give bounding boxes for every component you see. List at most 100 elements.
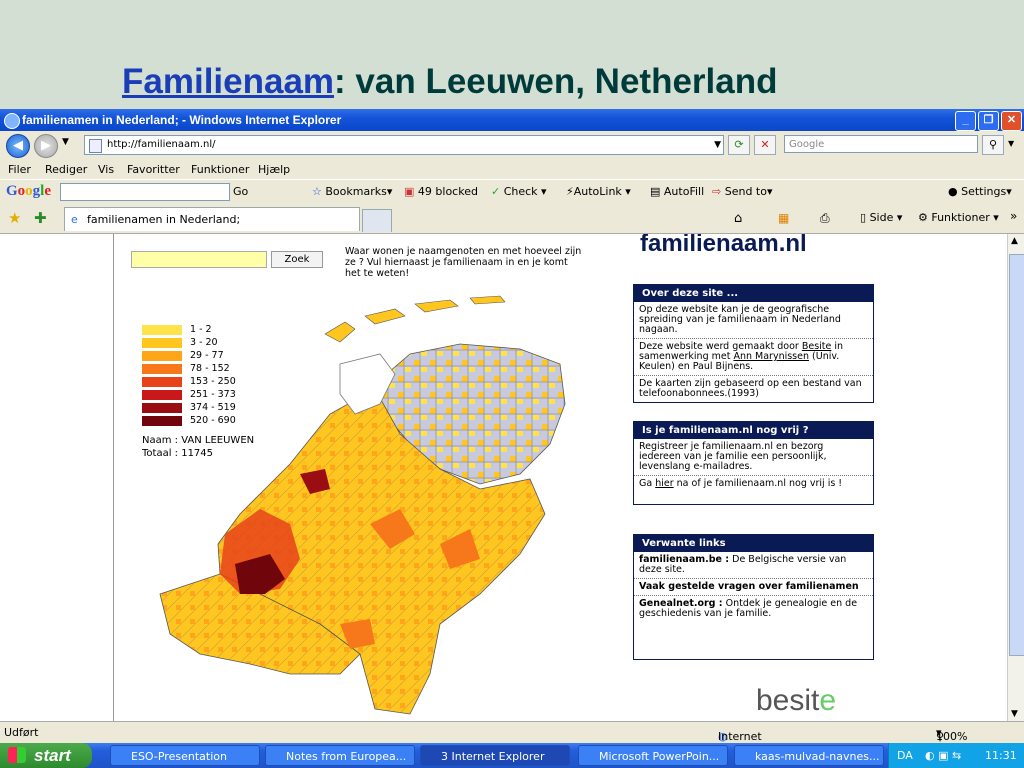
legend-label: 153 - 250 — [190, 376, 236, 387]
star-icon: ☆ — [312, 185, 322, 198]
window-title: familienamen in Nederland; - Windows Int… — [22, 113, 342, 127]
name-search-input[interactable] — [131, 251, 267, 268]
search-options-icon[interactable]: ▼ — [1008, 139, 1014, 148]
favorites-star-icon[interactable]: ★ — [8, 209, 21, 227]
zoek-button[interactable]: Zoek — [271, 251, 323, 268]
ie-logo-icon — [4, 113, 20, 129]
address-field[interactable]: http://familienaam.nl/ ▼ — [84, 135, 724, 155]
hier-link[interactable]: hier — [655, 478, 673, 489]
check-label: Check — [503, 185, 538, 198]
besite-logo[interactable]: besite — [756, 684, 836, 718]
autofill-icon: ▤ — [650, 185, 661, 198]
autofill-button[interactable]: ▤ AutoFill — [650, 185, 704, 198]
taskbar-label: Notes from Europea... — [286, 750, 407, 763]
slide-title: Familienaam: van Leeuwen, Netherland — [122, 62, 777, 102]
print-icon[interactable]: ⎙ — [820, 211, 830, 226]
autofill-label: AutoFill — [663, 185, 705, 198]
refresh-icon[interactable]: ⟳ — [728, 135, 750, 155]
restore-button[interactable]: ❐ — [978, 111, 999, 131]
faq-link[interactable]: Vaak gestelde vragen over familienamen — [639, 581, 859, 592]
menu-hjaelp[interactable]: Hjælp — [258, 163, 290, 176]
legend-swatch — [142, 364, 182, 374]
search-input[interactable]: Google — [784, 135, 978, 153]
page-menu-button[interactable]: ▯ Side ▾ — [860, 211, 902, 224]
menu-funktioner[interactable]: Funktioner — [191, 163, 249, 176]
menu-rediger[interactable]: Rediger — [45, 163, 87, 176]
add-favorite-icon[interactable]: ✚ — [34, 209, 47, 227]
google-go-button[interactable]: Go — [233, 185, 248, 198]
google-search-field[interactable] — [60, 183, 230, 201]
settings-button[interactable]: ● Settings▾ — [948, 185, 1012, 198]
vertical-scrollbar[interactable]: ▲ ▼ — [1007, 234, 1024, 721]
home-icon[interactable]: ⌂ — [734, 211, 742, 226]
register-header: Is je familienaam.nl nog vrij ? — [634, 422, 873, 439]
tools-menu-button[interactable]: ⚙ Funktioner ▾ — [918, 211, 999, 224]
taskbar-item-eso[interactable]: ESO-Presentation — [110, 745, 260, 766]
taskbar-item-kaas[interactable]: kaas-mulvad-navnes... — [734, 745, 884, 766]
totaal-line: Totaal : 11745 — [142, 448, 214, 459]
taskbar-item-powerpoint[interactable]: Microsoft PowerPoin... — [578, 745, 728, 766]
popup-blocked-button[interactable]: ▣ 49 blocked — [404, 185, 478, 198]
autolink-icon: ⚡ — [566, 185, 574, 198]
legend-label: 520 - 690 — [190, 415, 236, 426]
zoom-control[interactable]: ⚲ 100% ▾ — [936, 726, 967, 743]
search-icon[interactable]: ⚲ — [982, 135, 1004, 155]
register-p1: Registreer je familienaam.nl en bezorg i… — [634, 439, 873, 476]
menu-filer[interactable]: Filer — [8, 163, 31, 176]
clock[interactable]: 11:31 — [985, 749, 1017, 762]
funktioner-label: Funktioner — [931, 211, 990, 224]
settings-label: Settings — [961, 185, 1007, 198]
tab-active[interactable]: e familienamen in Nederland; — [64, 207, 360, 231]
start-button[interactable]: start — [0, 743, 92, 768]
legend-swatch — [142, 325, 182, 335]
stop-icon[interactable]: ✕ — [754, 135, 776, 155]
language-indicator[interactable]: DA — [897, 749, 913, 762]
scroll-thumb[interactable] — [1009, 254, 1024, 656]
title-bar[interactable]: familienamen in Nederland; - Windows Int… — [0, 109, 1024, 131]
scroll-up-icon[interactable]: ▲ — [1011, 236, 1018, 246]
bookmarks-button[interactable]: ☆ Bookmarks▾ — [312, 185, 392, 198]
address-bar-row: ◀ ▶ ▼ http://familienaam.nl/ ▼ ⟳ ✕ Googl… — [0, 131, 1024, 159]
taskbar-item-notes[interactable]: Notes from Europea... — [265, 745, 415, 766]
site-logo[interactable]: familienaam.nl — [640, 234, 807, 258]
tab-ie-icon: e — [71, 213, 78, 226]
tray-icons[interactable]: ◐ ▣ ⇆ — [925, 749, 961, 762]
zone-label: Internet — [718, 730, 762, 743]
menu-favoritter[interactable]: Favoritter — [127, 163, 180, 176]
status-bar: Udført ◍ Internet ⚲ 100% ▾ — [0, 721, 1024, 744]
close-button[interactable]: ✕ — [1001, 111, 1022, 131]
feeds-icon[interactable]: ▦ — [778, 211, 789, 225]
legend-swatch — [142, 390, 182, 400]
zoom-label: 100% — [936, 730, 968, 743]
taskbar-label: ESO-Presentation — [131, 750, 227, 763]
new-tab-button[interactable] — [362, 209, 392, 232]
google-toolbar: Google Go ☆ Bookmarks▾ ▣ 49 blocked ✓ Ch… — [0, 179, 1024, 204]
chevron-more-icon[interactable]: » — [1010, 209, 1017, 223]
besite-logo-main: besit — [756, 684, 820, 717]
taskbar-label: kaas-mulvad-navnes... — [755, 750, 880, 763]
related-item-faq[interactable]: Vaak gestelde vragen over familienamen — [634, 579, 873, 596]
related-item-genealnet[interactable]: Genealnet.org : Ontdek je genealogie en … — [634, 596, 873, 622]
besite-logo-e: e — [819, 684, 837, 717]
menu-vis[interactable]: Vis — [98, 163, 114, 176]
about-p3: De kaarten zijn gebaseerd op een bestand… — [639, 378, 862, 399]
forward-button[interactable]: ▶ — [34, 134, 58, 158]
minimize-button[interactable]: _ — [955, 111, 976, 131]
taskbar-item-ie[interactable]: 3 Internet Explorer — [420, 745, 570, 766]
address-dropdown-icon[interactable]: ▼ — [714, 136, 721, 154]
autolink-label: AutoLink — [573, 185, 622, 198]
back-button[interactable]: ◀ — [6, 134, 30, 158]
ie-window: familienamen in Nederland; - Windows Int… — [0, 109, 1024, 768]
related-item-familienaam-be[interactable]: familienaam.be : De Belgische versie van… — [634, 552, 873, 579]
autolink-button[interactable]: ⚡AutoLink ▾ — [566, 185, 631, 198]
map-wadden-islands — [324, 295, 506, 343]
scroll-down-icon[interactable]: ▼ — [1011, 709, 1018, 719]
related-links-box: Verwante links familienaam.be : De Belgi… — [633, 534, 874, 660]
legend-label: 3 - 20 — [190, 337, 218, 348]
slide-title-link[interactable]: Familienaam — [122, 62, 334, 101]
register-p2: Ga hier na of je familienaam.nl nog vrij… — [634, 476, 873, 504]
spellcheck-button[interactable]: ✓ Check ▾ — [491, 185, 547, 198]
history-dropdown-icon[interactable]: ▼ — [62, 137, 69, 147]
legend-label: 29 - 77 — [190, 350, 224, 361]
sendto-button[interactable]: ⇨ Send to▾ — [712, 185, 773, 198]
